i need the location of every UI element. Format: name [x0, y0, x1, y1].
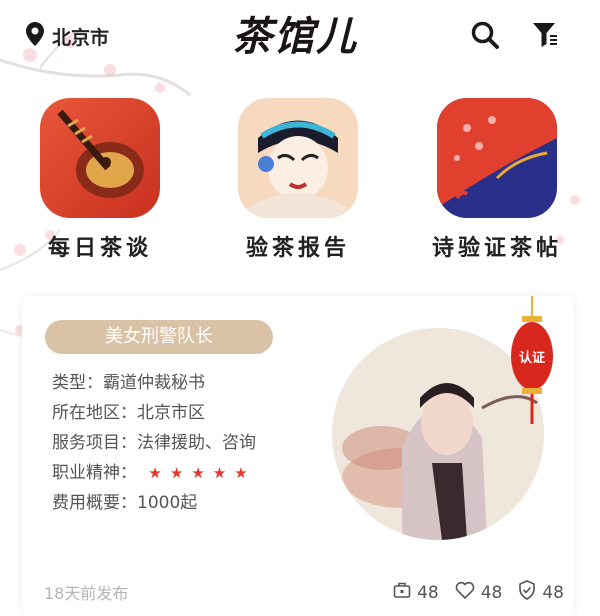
- opera-face-icon: [238, 98, 358, 218]
- shield-stat[interactable]: 48: [518, 580, 564, 605]
- folding-fan-icon: [437, 98, 557, 218]
- bag-stat[interactable]: 48: [393, 580, 439, 605]
- filter-icon: [532, 21, 558, 53]
- fee-value: 1000起: [137, 493, 198, 513]
- info-fee: 费用概要：1000起: [52, 488, 256, 518]
- star-icon: ★: [234, 464, 248, 482]
- category-poem-verify-post[interactable]: 诗验证茶帖: [412, 98, 582, 262]
- pipa-instrument-icon: [40, 98, 160, 218]
- star-icon: ★: [191, 464, 205, 482]
- location-label: 北京市: [52, 26, 110, 49]
- info-spirit: 职业精神： ★ ★ ★ ★ ★: [52, 458, 256, 488]
- star-icon: ★: [212, 464, 227, 482]
- card-info: 类型：霸道仲裁秘书 所在地区：北京市区 服务项目：法律援助、咨询 职业精神： ★…: [52, 368, 256, 518]
- heart-icon: [455, 581, 475, 604]
- service-value: 法律援助、咨询: [137, 433, 256, 453]
- category-tea-report[interactable]: 验茶报告: [213, 98, 383, 262]
- posted-time: 18天前发布: [44, 584, 129, 603]
- location-selector[interactable]: 北京市: [26, 22, 109, 50]
- briefcase-icon: [393, 581, 411, 604]
- info-region: 所在地区：北京市区: [52, 398, 256, 428]
- lantern-text: 认证: [519, 350, 545, 366]
- category-label: 诗验证茶帖: [431, 235, 562, 261]
- info-type: 类型：霸道仲裁秘书: [52, 368, 256, 398]
- spirit-label: 职业精神：: [52, 463, 137, 483]
- fee-label: 费用概要：: [52, 493, 137, 513]
- service-label: 服务项目：: [52, 433, 137, 453]
- card-footer: 18天前发布 48 48 48: [44, 580, 564, 604]
- info-service: 服务项目：法律援助、咨询: [52, 428, 256, 458]
- star-rating: ★ ★ ★ ★ ★: [148, 458, 247, 488]
- region-value: 北京市区: [137, 403, 205, 423]
- location-pin-icon: [26, 22, 44, 50]
- category-daily-tea-talk[interactable]: 每日茶谈: [15, 98, 185, 262]
- profile-card[interactable]: 美女刑警队长 类型：霸道仲裁秘书 所在地区：北京市区 服务项目：法律援助、咨询 …: [22, 296, 574, 616]
- stats-bar: 48 48 48: [393, 580, 564, 605]
- star-icon: ★: [169, 464, 184, 482]
- region-label: 所在地区：: [52, 403, 137, 423]
- card-title-pill: 美女刑警队长: [45, 320, 273, 354]
- type-label: 类型：: [52, 373, 103, 393]
- certified-lantern-badge: 认证: [510, 296, 554, 426]
- search-button[interactable]: [468, 20, 502, 54]
- shield-check-icon: [518, 580, 536, 605]
- app-title: 茶馆儿: [232, 13, 358, 60]
- search-icon: [470, 20, 500, 54]
- type-value: 霸道仲裁秘书: [103, 373, 205, 393]
- category-label: 验茶报告: [245, 235, 350, 261]
- filter-button[interactable]: [528, 20, 562, 54]
- star-icon: ★: [148, 464, 162, 482]
- top-header: 北京市 茶馆儿: [0, 0, 600, 76]
- category-label: 每日茶谈: [47, 235, 152, 261]
- category-row: 每日茶谈 验茶报告 诗验证茶帖: [0, 98, 600, 268]
- like-stat[interactable]: 48: [455, 580, 502, 605]
